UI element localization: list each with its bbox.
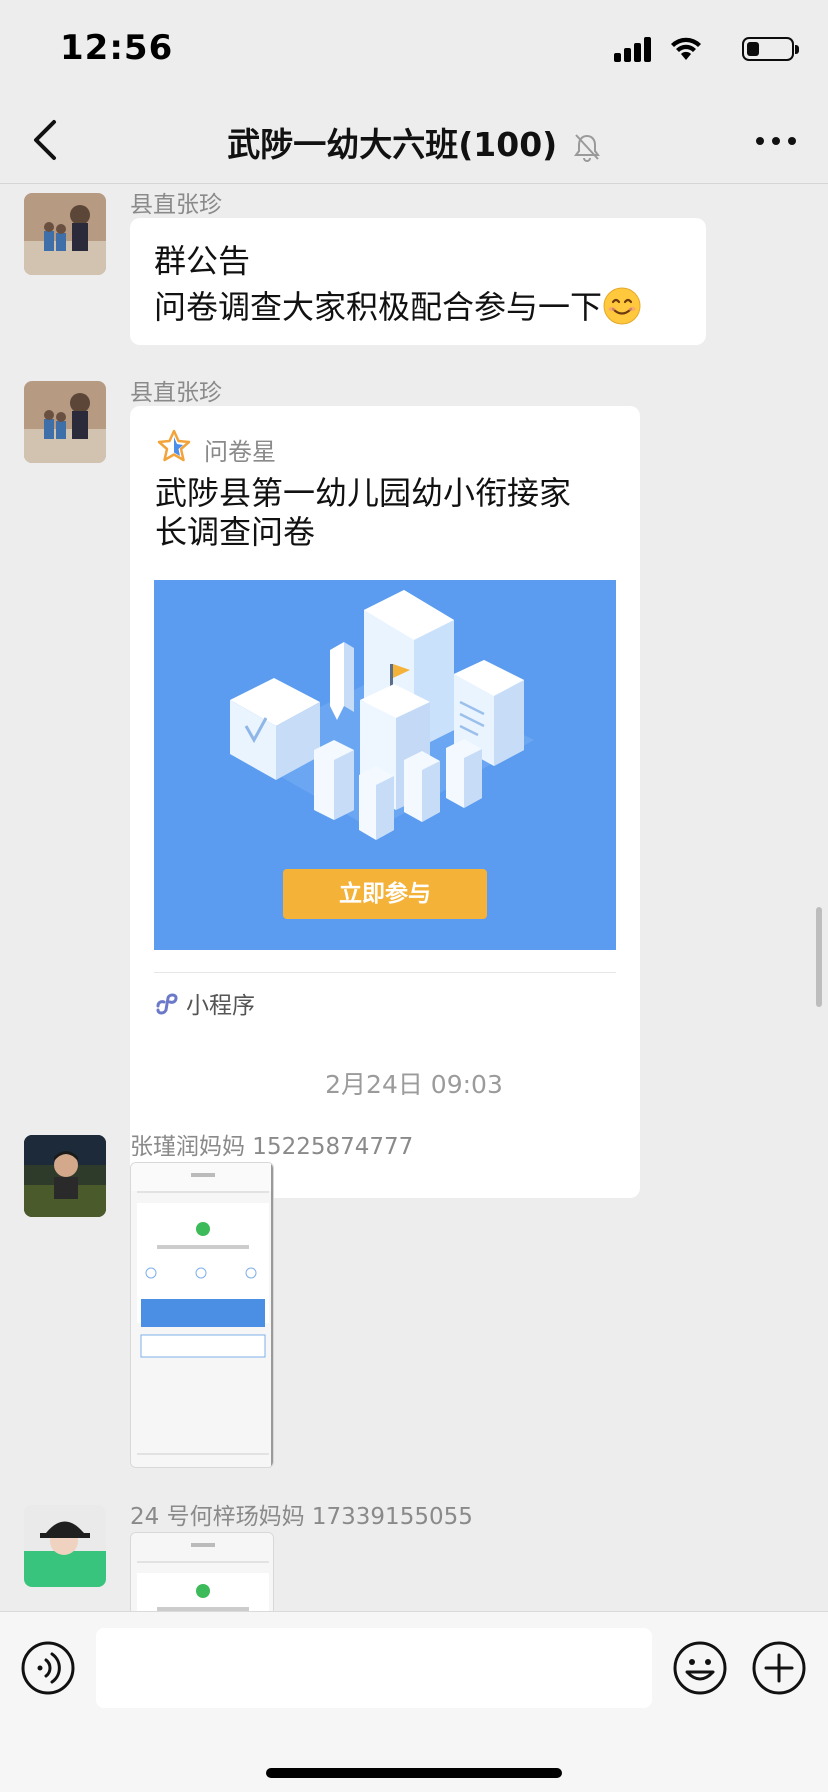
emoji-icon[interactable] xyxy=(672,1640,728,1696)
scrollbar[interactable] xyxy=(816,907,822,1007)
time-divider: 2月24日 09:03 xyxy=(325,1070,503,1099)
home-indicator xyxy=(266,1768,562,1778)
message-line: 问卷调查大家积极配合参与一下 xyxy=(154,288,603,326)
nav-bar: 武陟一幼大六班(100) xyxy=(0,96,828,184)
join-now-button[interactable]: 立即参与 xyxy=(283,869,487,919)
avatar[interactable] xyxy=(24,381,106,463)
mini-program-icon xyxy=(156,993,178,1015)
sender-name: 张瑾润妈妈 15225874777 xyxy=(130,1134,414,1160)
smiling-face-icon xyxy=(603,287,641,325)
signal-icon xyxy=(614,36,654,62)
card-divider xyxy=(154,972,616,973)
chat-title: 武陟一幼大六班(100) xyxy=(0,118,828,166)
screenshot-thumbnail xyxy=(131,1163,273,1467)
avatar[interactable] xyxy=(24,1505,106,1587)
screenshot-thumbnail xyxy=(131,1533,273,1611)
card-cover-image: 立即参与 xyxy=(154,580,616,950)
message-bubble[interactable]: 群公告 问卷调查大家积极配合参与一下 xyxy=(130,218,706,345)
status-bar: 12:56 xyxy=(0,0,828,96)
bell-muted-icon xyxy=(573,133,600,162)
ellipsis-icon[interactable] xyxy=(754,126,798,156)
avatar[interactable] xyxy=(24,1135,106,1217)
status-time: 12:56 xyxy=(60,28,174,68)
status-icons xyxy=(594,36,799,62)
message-line-with-emoji: 问卷调查大家积极配合参与一下 xyxy=(154,284,682,330)
sender-name: 县直张珍 xyxy=(130,192,222,218)
input-bar xyxy=(0,1611,828,1792)
sender-name: 县直张珍 xyxy=(130,380,222,406)
battery-icon xyxy=(742,37,799,61)
chat-title-text: 武陟一幼大六班(100) xyxy=(227,125,558,164)
chat-area[interactable]: 县直张珍 群公告 问卷调查大家积极配合参与一下 县直张珍 问卷星 武陟县第一幼儿… xyxy=(0,185,828,1611)
card-footer-label: 小程序 xyxy=(186,993,255,1019)
card-source-label: 问卷星 xyxy=(204,438,276,466)
voice-icon[interactable] xyxy=(20,1640,76,1696)
card-title: 武陟县第一幼儿园幼小衔接家长调查问卷 xyxy=(155,474,572,551)
message-line: 群公告 xyxy=(154,242,251,280)
star-icon xyxy=(157,429,191,462)
plus-icon[interactable] xyxy=(751,1640,807,1696)
sender-name: 24 号何梓玚妈妈 17339155055 xyxy=(130,1504,473,1530)
avatar[interactable] xyxy=(24,193,106,275)
message-input[interactable] xyxy=(96,1628,652,1708)
wifi-icon xyxy=(671,37,701,60)
image-message[interactable] xyxy=(130,1162,274,1468)
image-message[interactable] xyxy=(130,1532,274,1611)
